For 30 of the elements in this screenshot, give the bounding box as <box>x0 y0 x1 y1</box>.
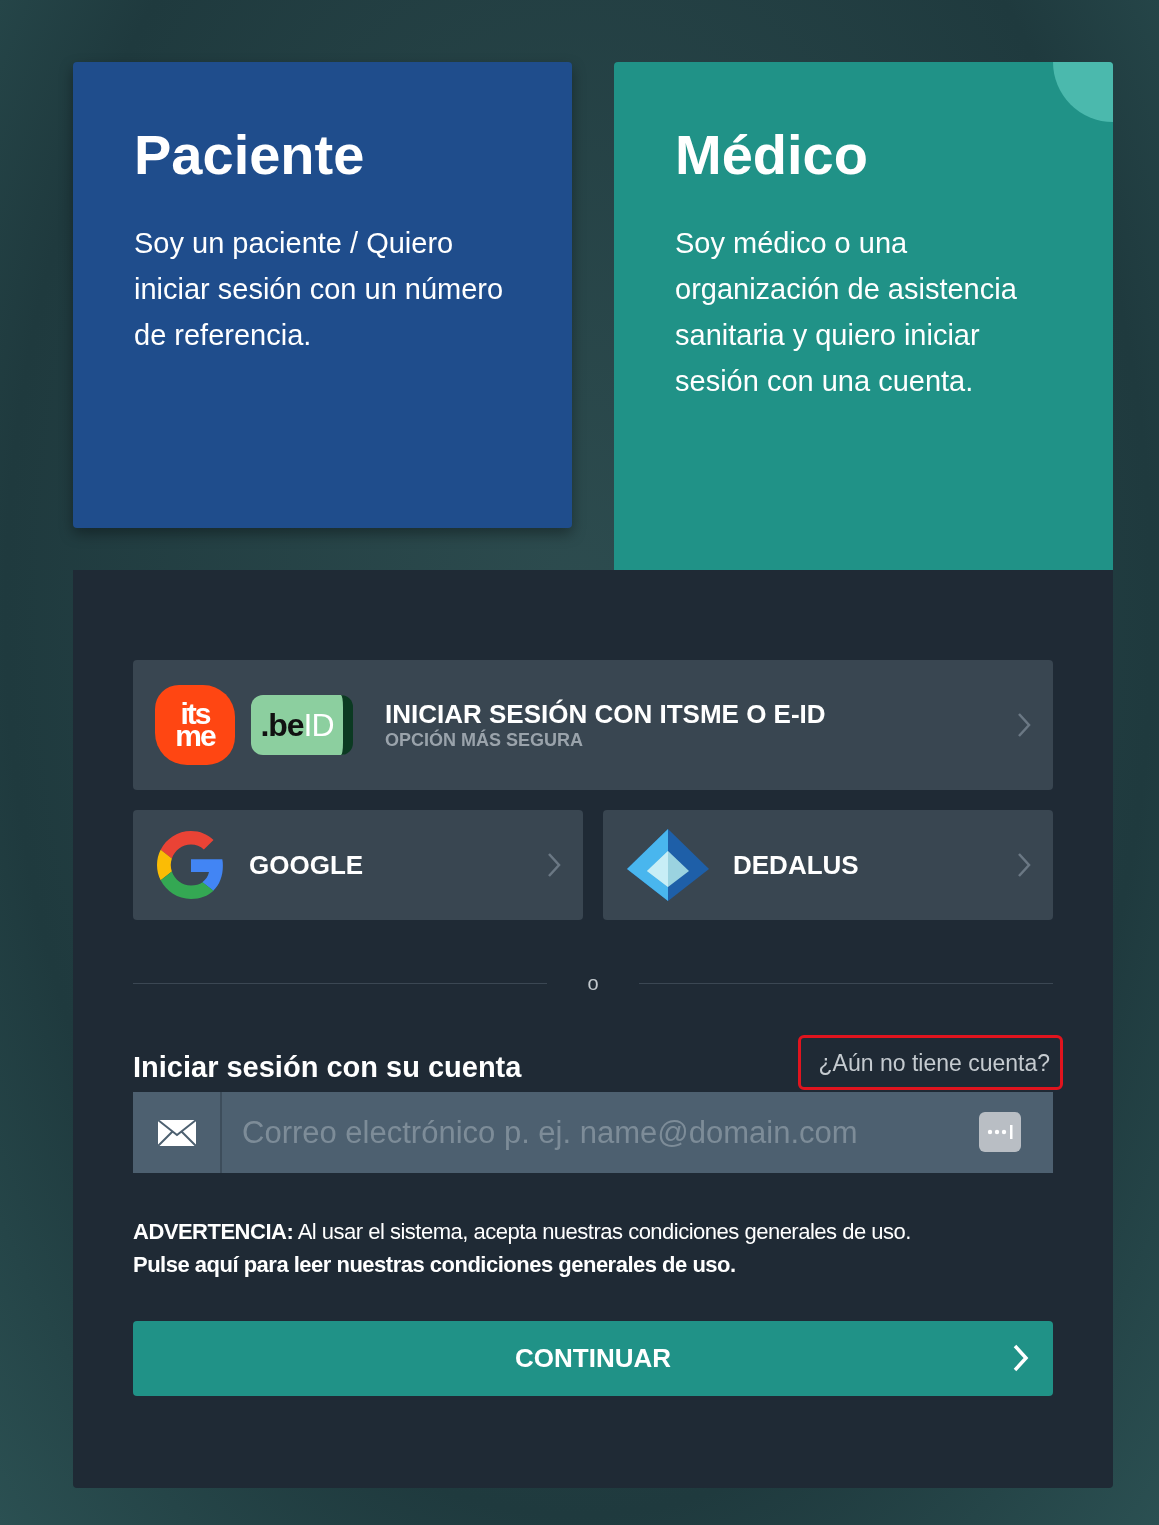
continue-button[interactable]: CONTINUAR <box>133 1321 1053 1396</box>
provider-label: DEDALUS <box>733 849 860 881</box>
provider-label: INICIAR SESIÓN CON ITSME O E-ID <box>385 699 827 729</box>
role-card[interactable]: Médico Soy médico o una organización de asistencia sanitaria y quiero iniciar sesión con una cuenta. <box>614 62 1113 570</box>
role-description: Soy un paciente / Quiero iniciar sesión con un número de referencia. <box>134 226 505 353</box>
dedalus-button[interactable]: DEDALUS <box>603 810 1053 920</box>
mail-icon <box>156 1118 197 1147</box>
role-card[interactable]: Paciente Soy un paciente / Quiero iniciar sesión con un número de referencia. <box>73 62 572 528</box>
itsme-logo: its me <box>155 685 235 765</box>
corner-decoration <box>1053 62 1113 122</box>
separator-text: o <box>587 972 599 995</box>
terms-link[interactable]: Pulse aquí para leer nuestras condiciones generales de uso. <box>133 1248 736 1281</box>
chevron-icon <box>1017 712 1031 738</box>
provider-label: GOOGLE <box>249 849 365 881</box>
chevron-icon <box>1013 1344 1029 1372</box>
role-title: Paciente <box>134 122 366 188</box>
pyramid-logo-icon <box>627 829 709 901</box>
chevron-icon <box>1017 852 1031 878</box>
section-heading: Iniciar sesión con su cuenta <box>133 1051 522 1085</box>
role-description: Soy médico o una organización de asistencia sanitaria y quiero iniciar sesión con una cuenta. <box>675 226 1018 399</box>
signup-link[interactable]: ¿Aún no tiene cuenta? <box>797 1035 1063 1090</box>
chevron-icon <box>547 852 561 878</box>
role-title: Médico <box>675 122 869 188</box>
warning-text: ADVERTENCIA: Al usar el sistema, acepta nuestras condiciones generales de uso. <box>133 1218 912 1246</box>
provider-sublabel: OPCIÓN MÁS SEGURA <box>385 730 585 751</box>
beid-logo: .beID <box>251 695 353 755</box>
itsme-eid-button[interactable]: its me .beID INICIAR SESIÓN CON ITSME O E-ID OPCIÓN MÁS SEGURA <box>133 660 1053 790</box>
google-button[interactable]: GOOGLE <box>133 810 583 920</box>
google-logo-icon <box>157 831 225 899</box>
password-manager-icon[interactable] <box>979 1112 1021 1152</box>
